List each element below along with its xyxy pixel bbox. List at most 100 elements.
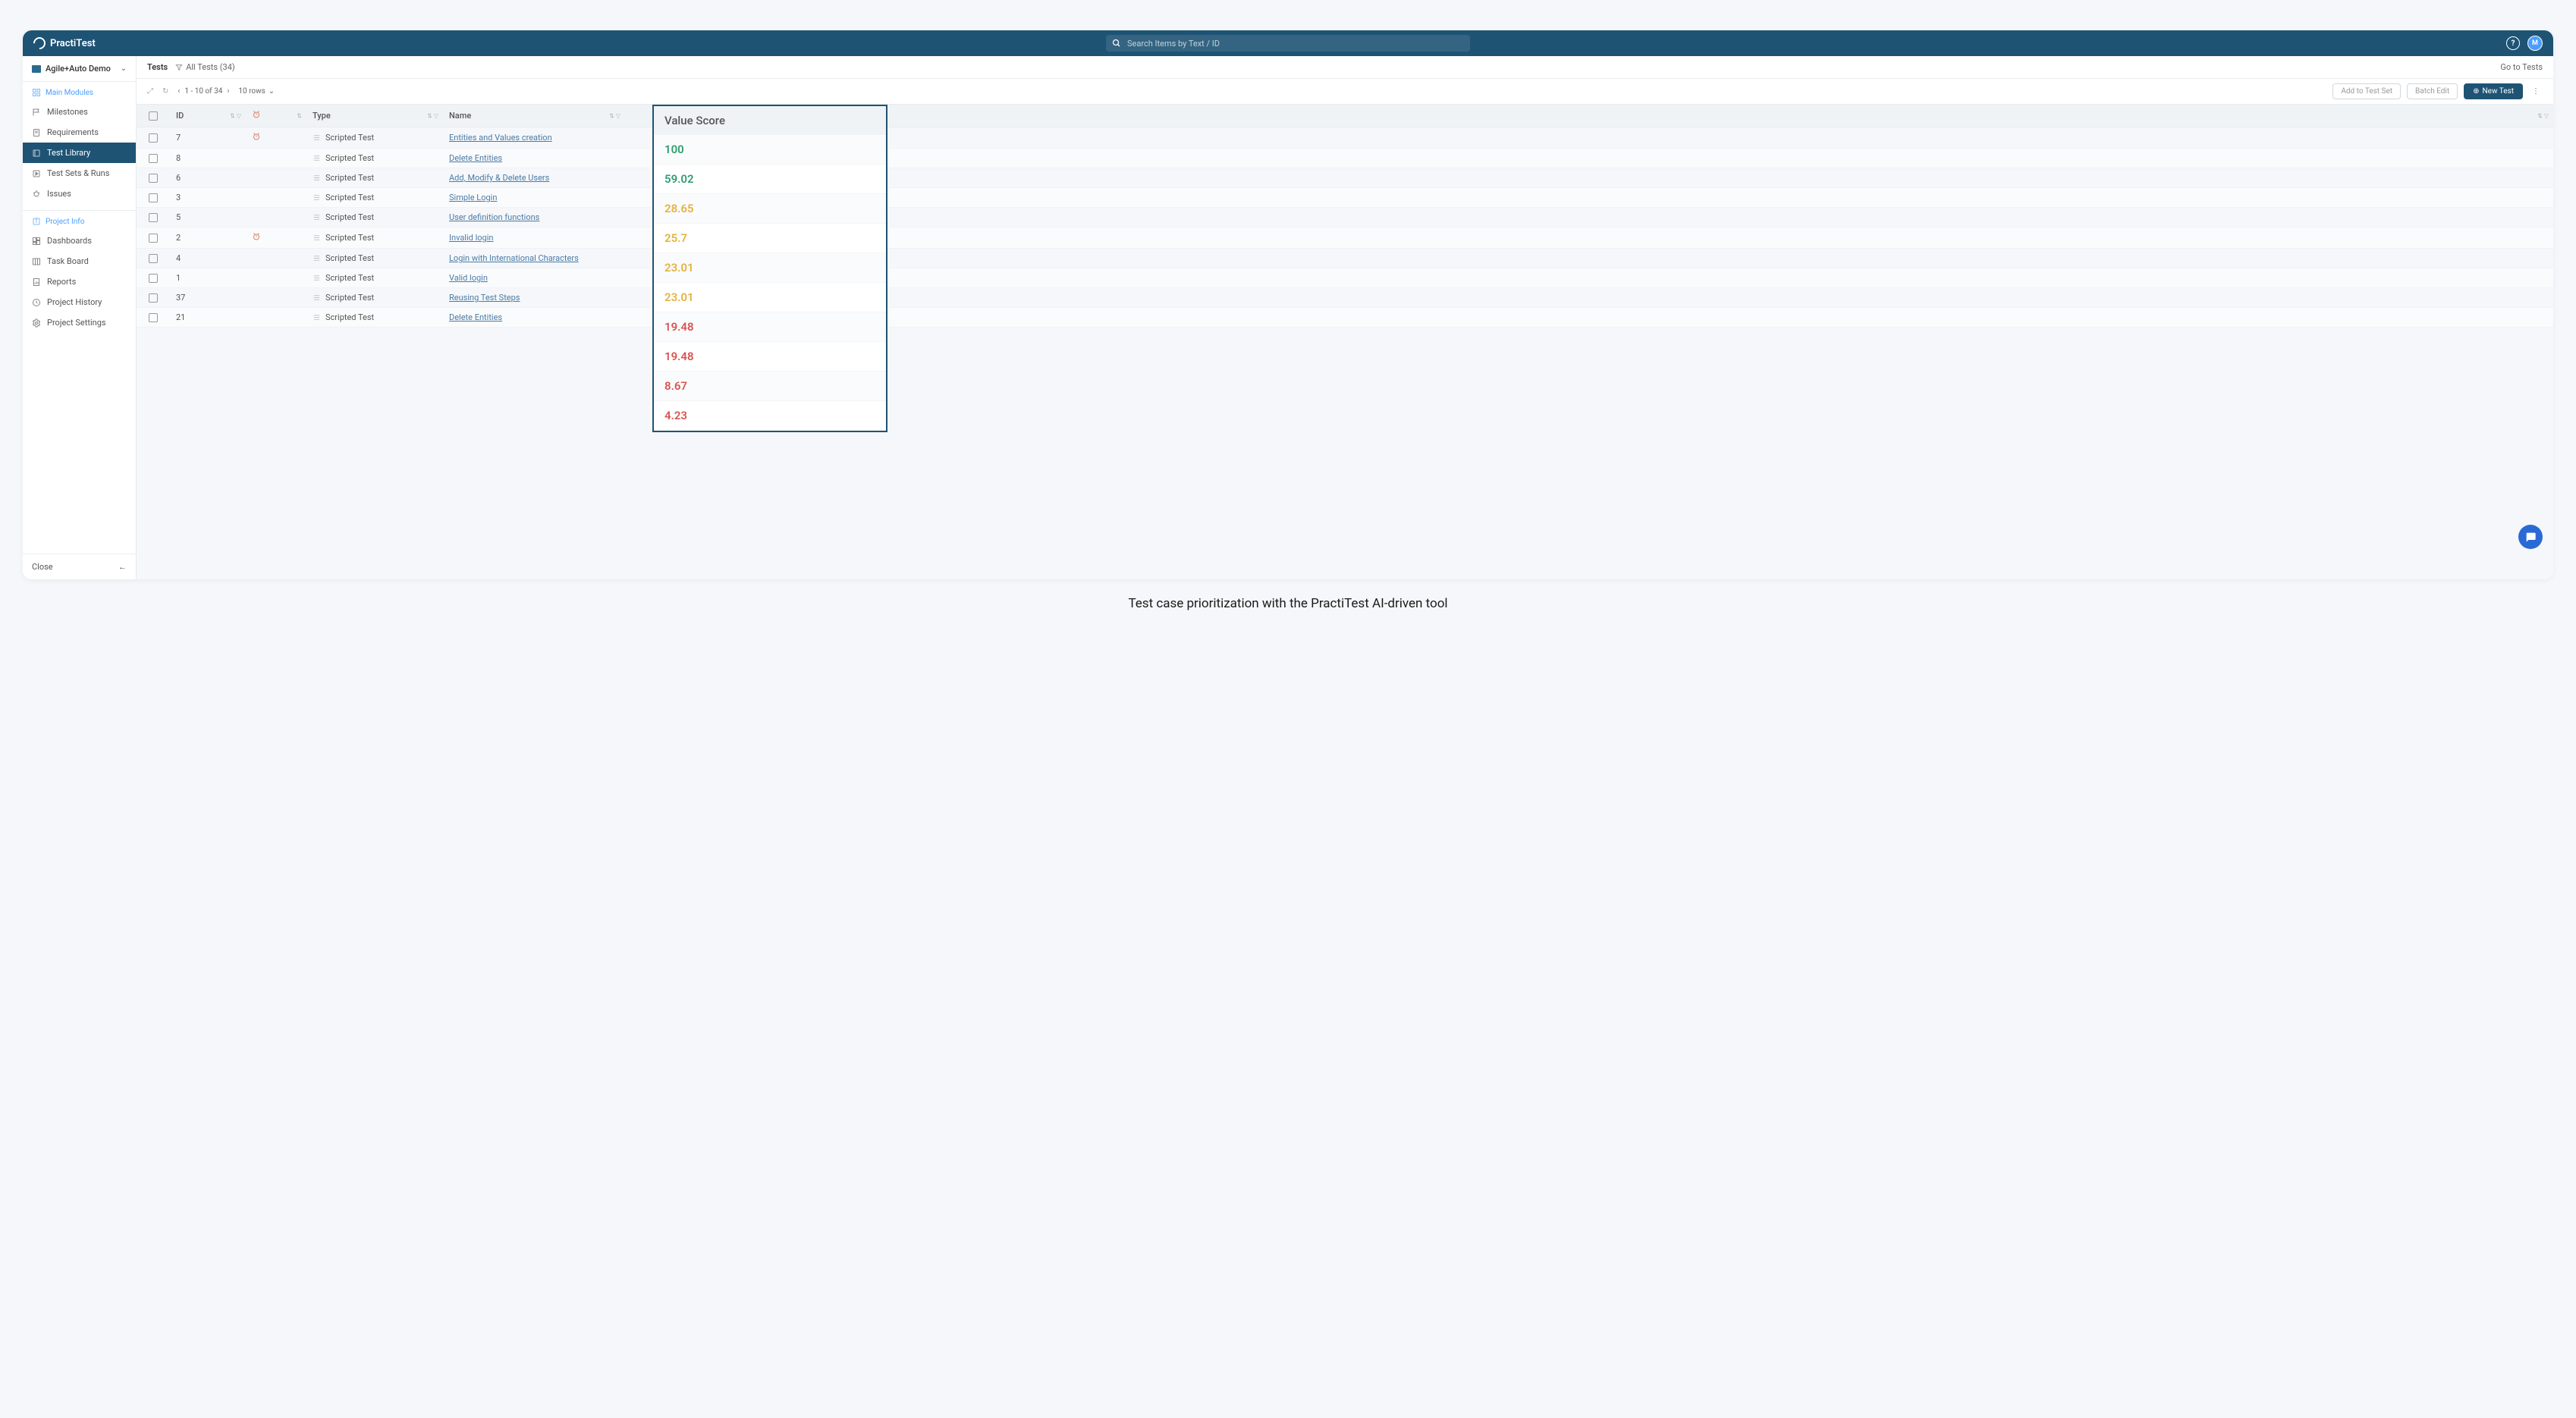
test-name-link[interactable]: Delete Entities — [449, 153, 502, 163]
sort-filter-icons: ⇅ ▽ — [427, 112, 438, 119]
cell-name: Login with International Characters — [443, 249, 625, 268]
sidebar-item-requirements[interactable]: Requirements — [23, 122, 136, 143]
list-icon — [313, 234, 321, 242]
expand-icon[interactable]: ⤢ — [147, 87, 153, 96]
row-checkbox[interactable] — [149, 293, 158, 303]
test-name-link[interactable]: Valid login — [449, 273, 488, 283]
table-row[interactable]: 2Scripted TestInvalid login — [137, 227, 2553, 249]
test-name-link[interactable]: Invalid login — [449, 233, 493, 243]
test-name-link[interactable]: User definition functions — [449, 212, 539, 222]
filter-icon — [175, 64, 183, 71]
table-row[interactable]: 8Scripted TestDelete Entities — [137, 149, 2553, 168]
row-checkbox[interactable] — [149, 133, 158, 143]
row-checkbox[interactable] — [149, 274, 158, 283]
test-name-link[interactable]: Reusing Test Steps — [449, 293, 520, 303]
main-modules-label: Main Modules — [46, 89, 93, 97]
table-row[interactable]: 4Scripted TestLogin with International C… — [137, 249, 2553, 268]
batch-edit-button[interactable]: Batch Edit — [2407, 83, 2458, 99]
cell-name: Simple Login — [443, 188, 625, 208]
row-checkbox[interactable] — [149, 234, 158, 243]
row-checkbox[interactable] — [149, 313, 158, 322]
sidebar-item-test-sets[interactable]: Test Sets & Runs — [23, 163, 136, 184]
table-header-row: ID⇅ ▽ ⇅ Type⇅ ▽ Name⇅ ▽ ⇅ ▽ — [137, 105, 2553, 127]
test-name-link[interactable]: Entities and Values creation — [449, 133, 552, 143]
table-row[interactable]: 3Scripted TestSimple Login — [137, 188, 2553, 208]
test-name-link[interactable]: Delete Entities — [449, 312, 502, 322]
sidebar-item-milestones[interactable]: Milestones — [23, 102, 136, 122]
nav-label: Project History — [47, 297, 102, 307]
arrow-left-icon[interactable]: ← — [118, 562, 127, 572]
table-row[interactable]: 6Scripted TestAdd, Modify & Delete Users — [137, 168, 2553, 188]
cell-name: Reusing Test Steps — [443, 288, 625, 308]
nav-label: Milestones — [47, 107, 88, 117]
avatar[interactable]: M — [2527, 36, 2543, 51]
sidebar-item-settings[interactable]: Project Settings — [23, 312, 136, 333]
rows-per-page[interactable]: 10 rows ⌄ — [238, 87, 275, 96]
search-input[interactable] — [1106, 35, 1470, 52]
value-score-row: 59.02 — [654, 165, 886, 194]
add-to-test-set-button[interactable]: Add to Test Set — [2333, 83, 2401, 99]
row-checkbox[interactable] — [149, 254, 158, 263]
filter-label: All Tests (34) — [186, 62, 235, 72]
breadcrumb-bar: Tests All Tests (34) Go to Tests — [137, 56, 2553, 79]
list-icon — [313, 254, 321, 262]
more-icon[interactable]: ⋮ — [2529, 87, 2543, 96]
sidebar-item-reports[interactable]: Reports — [23, 271, 136, 292]
sidebar-item-test-library[interactable]: Test Library — [23, 143, 136, 163]
library-icon — [32, 149, 41, 158]
close-label[interactable]: Close — [32, 562, 53, 572]
table-row[interactable]: 21Scripted TestDelete Entities — [137, 308, 2553, 328]
row-checkbox[interactable] — [149, 213, 158, 222]
value-score-row: 23.01 — [654, 253, 886, 283]
test-name-link[interactable]: Login with International Characters — [449, 253, 579, 263]
cell-type: Scripted Test — [306, 127, 443, 149]
sidebar-item-dashboards[interactable]: Dashboards — [23, 231, 136, 251]
new-test-button[interactable]: ⊕New Test — [2464, 83, 2523, 99]
sidebar-section-info: Project Info — [23, 210, 136, 231]
sidebar-item-task-board[interactable]: Task Board — [23, 251, 136, 271]
table-row[interactable]: 37Scripted TestReusing Test Steps — [137, 288, 2553, 308]
cell-name: Delete Entities — [443, 308, 625, 328]
refresh-icon[interactable]: ↻ — [162, 87, 168, 96]
prev-page[interactable]: ‹ — [177, 87, 180, 96]
project-selector[interactable]: Agile+Auto Demo ⌄ — [23, 56, 136, 82]
toolbar-left: ⤢ ↻ ‹ 1 - 10 of 34 › 10 rows ⌄ — [147, 87, 275, 96]
nav-label: Task Board — [47, 256, 89, 266]
list-icon — [313, 293, 321, 302]
row-checkbox[interactable] — [149, 154, 158, 163]
cell-name: Valid login — [443, 268, 625, 288]
go-to-tests[interactable]: Go to Tests — [2500, 62, 2543, 72]
cell-type: Scripted Test — [306, 227, 443, 249]
row-checkbox[interactable] — [149, 174, 158, 183]
cell-clock — [246, 268, 306, 288]
col-name[interactable]: Name⇅ ▽ — [443, 105, 625, 127]
alarm-icon — [252, 232, 261, 241]
col-last[interactable]: ⇅ ▽ — [868, 105, 2553, 127]
document-icon — [32, 128, 41, 137]
dashboard-icon — [32, 237, 41, 246]
report-icon — [32, 278, 41, 287]
nav-label: Dashboards — [47, 236, 92, 246]
col-type[interactable]: Type⇅ ▽ — [306, 105, 443, 127]
select-all-checkbox[interactable] — [149, 111, 158, 121]
cell-type: Scripted Test — [306, 268, 443, 288]
table-row[interactable]: 5Scripted TestUser definition functions — [137, 208, 2553, 227]
help-icon[interactable]: ? — [2506, 36, 2520, 50]
sidebar-item-issues[interactable]: Issues — [23, 184, 136, 204]
col-clock[interactable]: ⇅ — [246, 105, 306, 127]
cell-clock — [246, 149, 306, 168]
chat-bubble[interactable] — [2518, 525, 2543, 549]
row-checkbox[interactable] — [149, 193, 158, 202]
test-name-link[interactable]: Simple Login — [449, 193, 497, 202]
bug-icon — [32, 190, 41, 199]
breadcrumb-filter[interactable]: All Tests (34) — [175, 62, 235, 72]
sidebar-item-history[interactable]: Project History — [23, 292, 136, 312]
col-id[interactable]: ID⇅ ▽ — [170, 105, 246, 127]
table-row[interactable]: 1Scripted TestValid login — [137, 268, 2553, 288]
next-page[interactable]: › — [227, 87, 229, 96]
table-row[interactable]: 7Scripted TestEntities and Values creati… — [137, 127, 2553, 149]
test-name-link[interactable]: Add, Modify & Delete Users — [449, 173, 549, 183]
value-score-row: 4.23 — [654, 401, 886, 431]
value-score-row: 19.48 — [654, 342, 886, 372]
cell-name: Delete Entities — [443, 149, 625, 168]
